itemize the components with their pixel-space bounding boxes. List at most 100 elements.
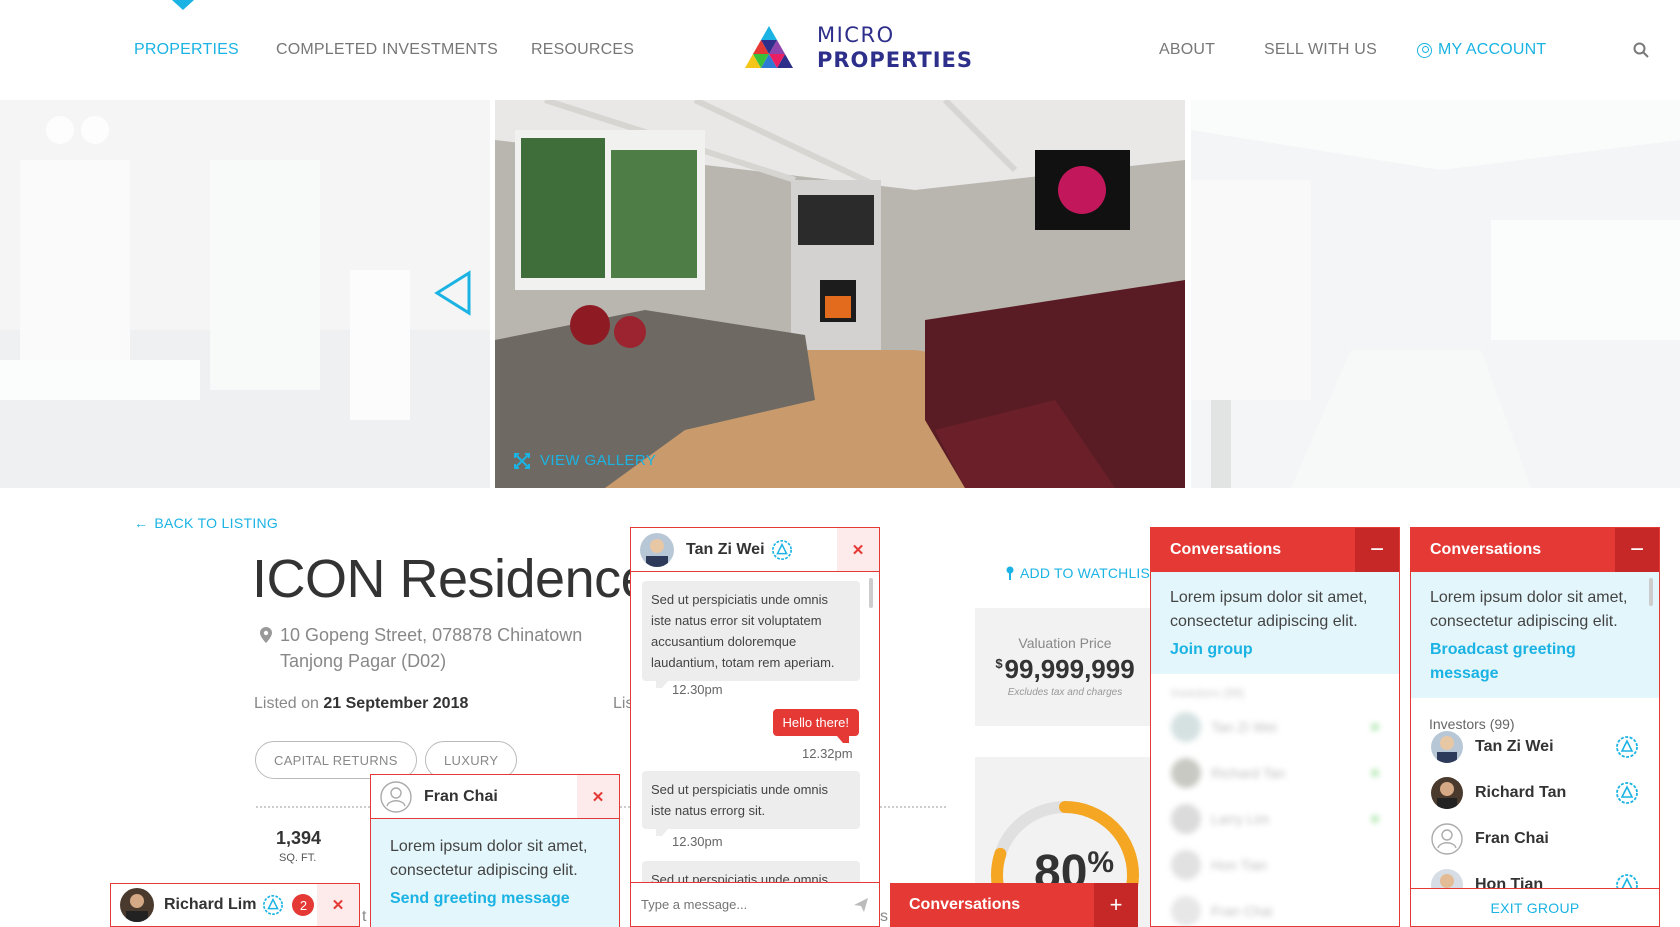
incoming-message: Sed ut perspiciatis unde omnis (642, 861, 860, 882)
gallery-prev-arrow-icon[interactable] (433, 270, 473, 316)
fade-overlay (0, 100, 490, 488)
chat-contact-name: Richard Lim (164, 896, 257, 913)
conversations-panel-broadcast: Conversations − Lorem ipsum dolor sit am… (1410, 527, 1660, 927)
investor-name: Richard Tan (1475, 784, 1567, 801)
message-composer (631, 882, 879, 926)
valuation-value: 99,999,999 (1004, 654, 1135, 684)
nav-properties[interactable]: PROPERTIES (134, 41, 239, 59)
location-pin-icon (260, 627, 272, 643)
blurred-investor-row: Larry Lim (1171, 796, 1379, 842)
scrollbar[interactable] (1649, 578, 1653, 606)
close-chat-button[interactable]: ✕ (317, 884, 359, 926)
investor-row[interactable]: Richard Tan (1411, 770, 1659, 816)
expand-conversations-button[interactable]: + (1094, 883, 1138, 927)
avatar (1431, 731, 1463, 763)
chat-contact-name: Fran Chai (424, 787, 498, 805)
minimize-button[interactable]: − (1615, 528, 1659, 572)
broadcast-greeting-link[interactable]: Broadcast greeting message (1430, 638, 1640, 686)
blurred-investor-name: Hon Tian (1211, 857, 1268, 873)
address-line-1: 10 Gopeng Street, 078878 Chinatown (280, 625, 583, 645)
online-dot (1371, 723, 1379, 731)
gauge-unit: % (1087, 846, 1115, 879)
listed-date-value: 21 September 2018 (323, 695, 469, 712)
unread-count-badge: 2 (292, 894, 315, 916)
conversations-bar[interactable]: Conversations + (890, 883, 1138, 927)
add-to-watchlist-button[interactable]: ADD TO WATCHLIST (1006, 565, 1159, 581)
greeting-prompt: Lorem ipsum dolor sit amet, consectetur … (371, 819, 619, 927)
broadcast-message: Lorem ipsum dolor sit amet, consectetur … (1411, 572, 1659, 698)
verified-investor-icon (1616, 736, 1638, 758)
avatar (1431, 777, 1463, 809)
group-message-text: Lorem ipsum dolor sit amet, consectetur … (1170, 589, 1368, 630)
view-gallery-button[interactable]: VIEW GALLERY (514, 452, 656, 469)
message-time: 12.32pm (802, 746, 853, 761)
investor-name: Tan Zi Wei (1475, 738, 1554, 755)
investor-row[interactable]: Tan Zi Wei (1411, 724, 1659, 770)
chat-window-tan-zi-wei: Tan Zi Wei ✕ Sed ut perspiciatis unde om… (630, 527, 880, 927)
avatar (1171, 804, 1201, 834)
listed-prefix: Listed on (254, 695, 319, 712)
clipped-text-s: s (880, 908, 888, 925)
blurred-investor-list: Investors (99) Tan Zi Wei Richard Tan La… (1151, 674, 1399, 927)
conversations-header: Conversations − (1411, 528, 1659, 572)
send-icon[interactable] (853, 897, 869, 913)
avatar (1431, 869, 1463, 890)
outgoing-message: Hello there! (772, 709, 859, 743)
investor-row[interactable]: Hon Tian (1411, 862, 1659, 890)
conversations-title: Conversations (1430, 541, 1542, 558)
site-logo[interactable]: MICRO PROPERTIES (733, 24, 973, 72)
investor-name: Fran Chai (1475, 830, 1549, 847)
online-dot (1371, 769, 1379, 777)
clipped-text-t: t (362, 908, 367, 925)
conversations-title: Conversations (1170, 541, 1282, 558)
scrollbar[interactable] (869, 578, 873, 608)
close-chat-button[interactable]: ✕ (577, 775, 619, 818)
default-avatar-icon (1431, 823, 1463, 855)
blurred-investor-name: Fran Chai (1211, 903, 1273, 919)
watchlist-label: ADD TO WATCHLIST (1020, 565, 1159, 581)
property-title: ICON Residences (252, 549, 677, 609)
gallery-current-photo[interactable] (495, 100, 1185, 488)
gallery-prev-photo (0, 100, 490, 488)
investor-row[interactable]: Fran Chai (1411, 816, 1659, 862)
greeting-prompt-text: Lorem ipsum dolor sit amet, consectetur … (390, 838, 588, 879)
incoming-message: Sed ut perspiciatis unde omnis iste natu… (642, 771, 860, 836)
verified-investor-icon (1616, 782, 1638, 804)
nav-sell-with-us[interactable]: SELL WITH US (1264, 41, 1377, 59)
verified-investor-icon (771, 539, 792, 560)
logo-wordmark: MICRO PROPERTIES (817, 25, 973, 71)
close-chat-button[interactable]: ✕ (837, 528, 879, 571)
send-greeting-link[interactable]: Send greeting message (390, 887, 600, 911)
chat-window-fran-chai: Fran Chai ✕ Lorem ipsum dolor sit amet, … (370, 774, 620, 927)
logo-mark-icon (745, 26, 793, 68)
site-header: PROPERTIES COMPLETED INVESTMENTS RESOURC… (0, 0, 1680, 100)
active-nav-indicator (172, 0, 194, 10)
nav-about[interactable]: ABOUT (1159, 41, 1215, 59)
chat-contact-name: Tan Zi Wei (686, 540, 765, 558)
chat-tab-richard-lim[interactable]: Richard Lim 2 ✕ (110, 883, 360, 927)
valuation-note: Excludes tax and charges (1007, 687, 1123, 698)
search-icon[interactable] (1633, 42, 1649, 58)
message-list: Sed ut perspiciatis unde omnis iste natu… (631, 572, 879, 882)
gallery-next-photo (1191, 100, 1680, 488)
conversations-panel-join: Conversations − Lorem ipsum dolor sit am… (1150, 527, 1400, 927)
blurred-investor-name: Richard Tan (1211, 765, 1286, 781)
back-to-listing-label: BACK TO LISTING (154, 515, 279, 531)
blurred-investor-name: Larry Lim (1211, 811, 1270, 827)
nav-completed-investments[interactable]: COMPLETED INVESTMENTS (276, 41, 498, 59)
join-group-link[interactable]: Join group (1170, 638, 1380, 662)
minimize-button[interactable]: − (1355, 528, 1399, 572)
nav-my-account[interactable]: MY ACCOUNT (1417, 41, 1546, 59)
area-value: 1,394 (276, 828, 322, 848)
conversations-bar-title: Conversations (909, 896, 1021, 913)
message-input[interactable] (641, 897, 841, 912)
view-gallery-label: VIEW GALLERY (540, 452, 657, 469)
fade-overlay (1191, 100, 1680, 488)
chat-header: Tan Zi Wei ✕ (631, 528, 879, 572)
valuation-card: Valuation Price $99,999,999 Excludes tax… (975, 608, 1155, 726)
exit-group-button[interactable]: EXIT GROUP (1411, 888, 1659, 926)
default-avatar-icon (380, 780, 412, 813)
investor-list: Tan Zi Wei Richard Tan Fran Chai Hon Tia… (1411, 724, 1659, 890)
back-to-listing-link[interactable]: ← BACK TO LISTING (134, 515, 278, 531)
nav-resources[interactable]: RESOURCES (531, 41, 634, 59)
